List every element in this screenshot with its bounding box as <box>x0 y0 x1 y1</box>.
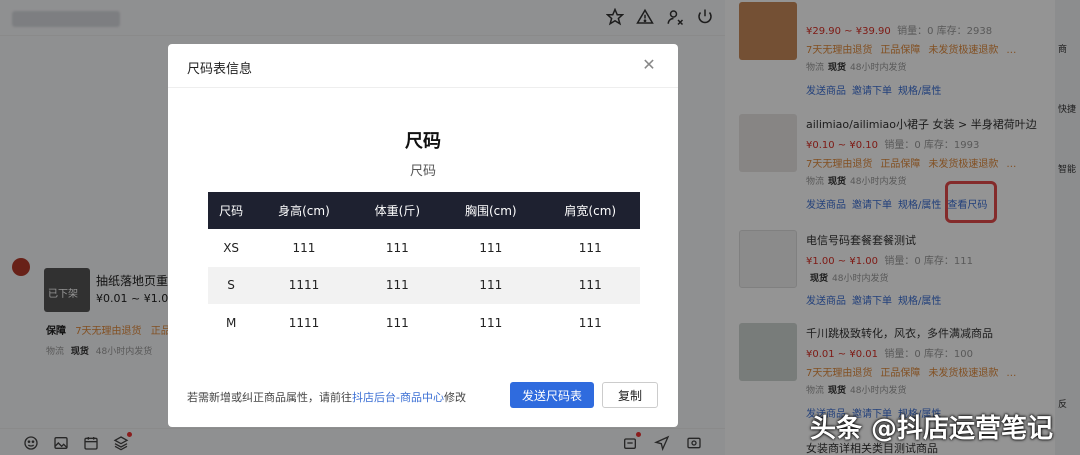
table-cell: M <box>225 315 237 330</box>
copy-button[interactable]: 复制 <box>602 382 658 408</box>
table-cell: 1111 <box>288 315 320 330</box>
table-cell: 111 <box>385 240 409 255</box>
table-cell: 1111 <box>254 266 354 304</box>
footer-hint: 若需新增或纠正商品属性，请前往抖店后台-商品中心修改 <box>187 389 466 405</box>
modal-header: 尺码表信息 ✕ <box>168 44 678 88</box>
size-chart-modal: 尺码表信息 ✕ 尺码 尺码 尺码 身高(cm) 体重(斤) 胸围(cm) 肩宽(… <box>168 44 678 427</box>
table-row: M 1111 111 111 111 <box>208 304 640 342</box>
close-icon[interactable]: ✕ <box>640 56 658 74</box>
modal-title: 尺码表信息 <box>187 62 253 77</box>
table-row: XS 111 111 111 111 <box>208 229 640 267</box>
table-cell: 111 <box>479 315 503 330</box>
table-cell: 111 <box>385 315 409 330</box>
footer-hint-suffix: 修改 <box>443 391 466 404</box>
column-header: 身高(cm) <box>254 192 354 229</box>
column-header: 尺码 <box>208 192 255 229</box>
column-header: 体重(斤) <box>353 192 442 229</box>
size-chart-heading: 尺码 <box>405 131 441 152</box>
send-size-chart-button[interactable]: 发送尺码表 <box>510 382 594 408</box>
size-chart-subheading: 尺码 <box>409 164 436 179</box>
table-cell: XS <box>223 240 240 255</box>
table-cell: 111 <box>441 266 541 304</box>
table-header-row: 尺码 身高(cm) 体重(斤) 胸围(cm) 肩宽(cm) <box>208 192 640 229</box>
table-row: S 1111 111 111 111 <box>208 266 640 304</box>
table-cell: 111 <box>540 266 640 304</box>
column-header: 肩宽(cm) <box>540 192 640 229</box>
table-cell: 111 <box>292 240 316 255</box>
table-cell: S <box>208 266 255 304</box>
column-header: 胸围(cm) <box>441 192 541 229</box>
product-center-link[interactable]: 抖店后台-商品中心 <box>352 391 444 404</box>
table-cell: 111 <box>353 266 442 304</box>
size-table: 尺码 身高(cm) 体重(斤) 胸围(cm) 肩宽(cm) XS 111 111… <box>208 192 640 342</box>
table-cell: 111 <box>479 240 503 255</box>
table-cell: 111 <box>578 315 602 330</box>
watermark: 头条 @抖店运营笔记 <box>810 414 1054 444</box>
table-cell: 111 <box>578 240 602 255</box>
footer-hint-text: 若需新增或纠正商品属性，请前往 <box>187 391 352 404</box>
